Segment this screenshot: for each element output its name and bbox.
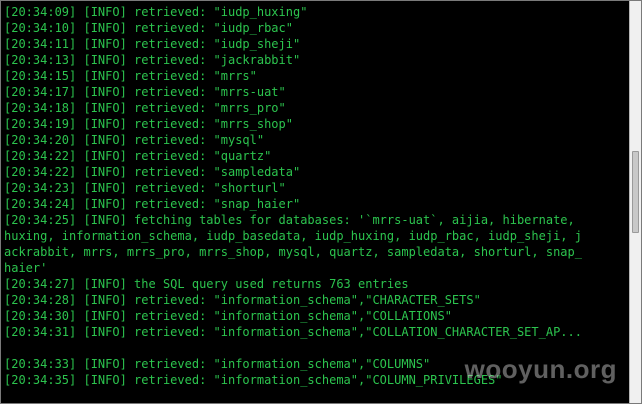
- scrollbar-thumb[interactable]: [632, 151, 639, 233]
- terminal-line: [20:34:15] [INFO] retrieved: "mrrs": [4, 69, 257, 83]
- terminal-line: [20:34:13] [INFO] retrieved: "jackrabbit…: [4, 53, 301, 67]
- terminal-line: [20:34:35] [INFO] retrieved: "informatio…: [4, 373, 503, 387]
- terminal-line: ackrabbit, mrrs, mrrs_pro, mrrs_shop, my…: [4, 245, 582, 259]
- terminal-line: [20:34:31] [INFO] retrieved: "informatio…: [4, 325, 582, 339]
- terminal-line: haier': [4, 261, 48, 275]
- terminal-line: [20:34:22] [INFO] retrieved: "quartz": [4, 149, 272, 163]
- terminal-line: [20:34:19] [INFO] retrieved: "mrrs_shop": [4, 117, 293, 131]
- terminal-line: [20:34:11] [INFO] retrieved: "iudp_sheji…: [4, 37, 301, 51]
- terminal-line: [20:34:33] [INFO] retrieved: "informatio…: [4, 357, 431, 371]
- terminal-window[interactable]: [20:34:09] [INFO] retrieved: "iudp_huxin…: [0, 0, 642, 404]
- terminal-line: [20:34:18] [INFO] retrieved: "mrrs_pro": [4, 101, 286, 115]
- terminal-output[interactable]: [20:34:09] [INFO] retrieved: "iudp_huxin…: [4, 4, 630, 402]
- terminal-line: [20:34:30] [INFO] retrieved: "informatio…: [4, 309, 452, 323]
- terminal-line: [20:34:28] [INFO] retrieved: "informatio…: [4, 293, 481, 307]
- terminal-line: [20:34:27] [INFO] the SQL query used ret…: [4, 277, 409, 291]
- terminal-line: [20:34:10] [INFO] retrieved: "iudp_rbac": [4, 21, 293, 35]
- terminal-line: [20:34:22] [INFO] retrieved: "sampledata…: [4, 165, 301, 179]
- terminal-line: [20:34:25] [INFO] fetching tables for da…: [4, 213, 582, 227]
- vertical-scrollbar[interactable]: [629, 1, 641, 403]
- terminal-line: [20:34:20] [INFO] retrieved: "mysql": [4, 133, 265, 147]
- terminal-line: [20:34:23] [INFO] retrieved: "shorturl": [4, 181, 286, 195]
- terminal-line: [20:34:24] [INFO] retrieved: "snap_haier…: [4, 197, 301, 211]
- terminal-line: [20:34:17] [INFO] retrieved: "mrrs-uat": [4, 85, 286, 99]
- terminal-line: [20:34:09] [INFO] retrieved: "iudp_huxin…: [4, 5, 308, 19]
- terminal-line: huxing, information_schema, iudp_basedat…: [4, 229, 582, 243]
